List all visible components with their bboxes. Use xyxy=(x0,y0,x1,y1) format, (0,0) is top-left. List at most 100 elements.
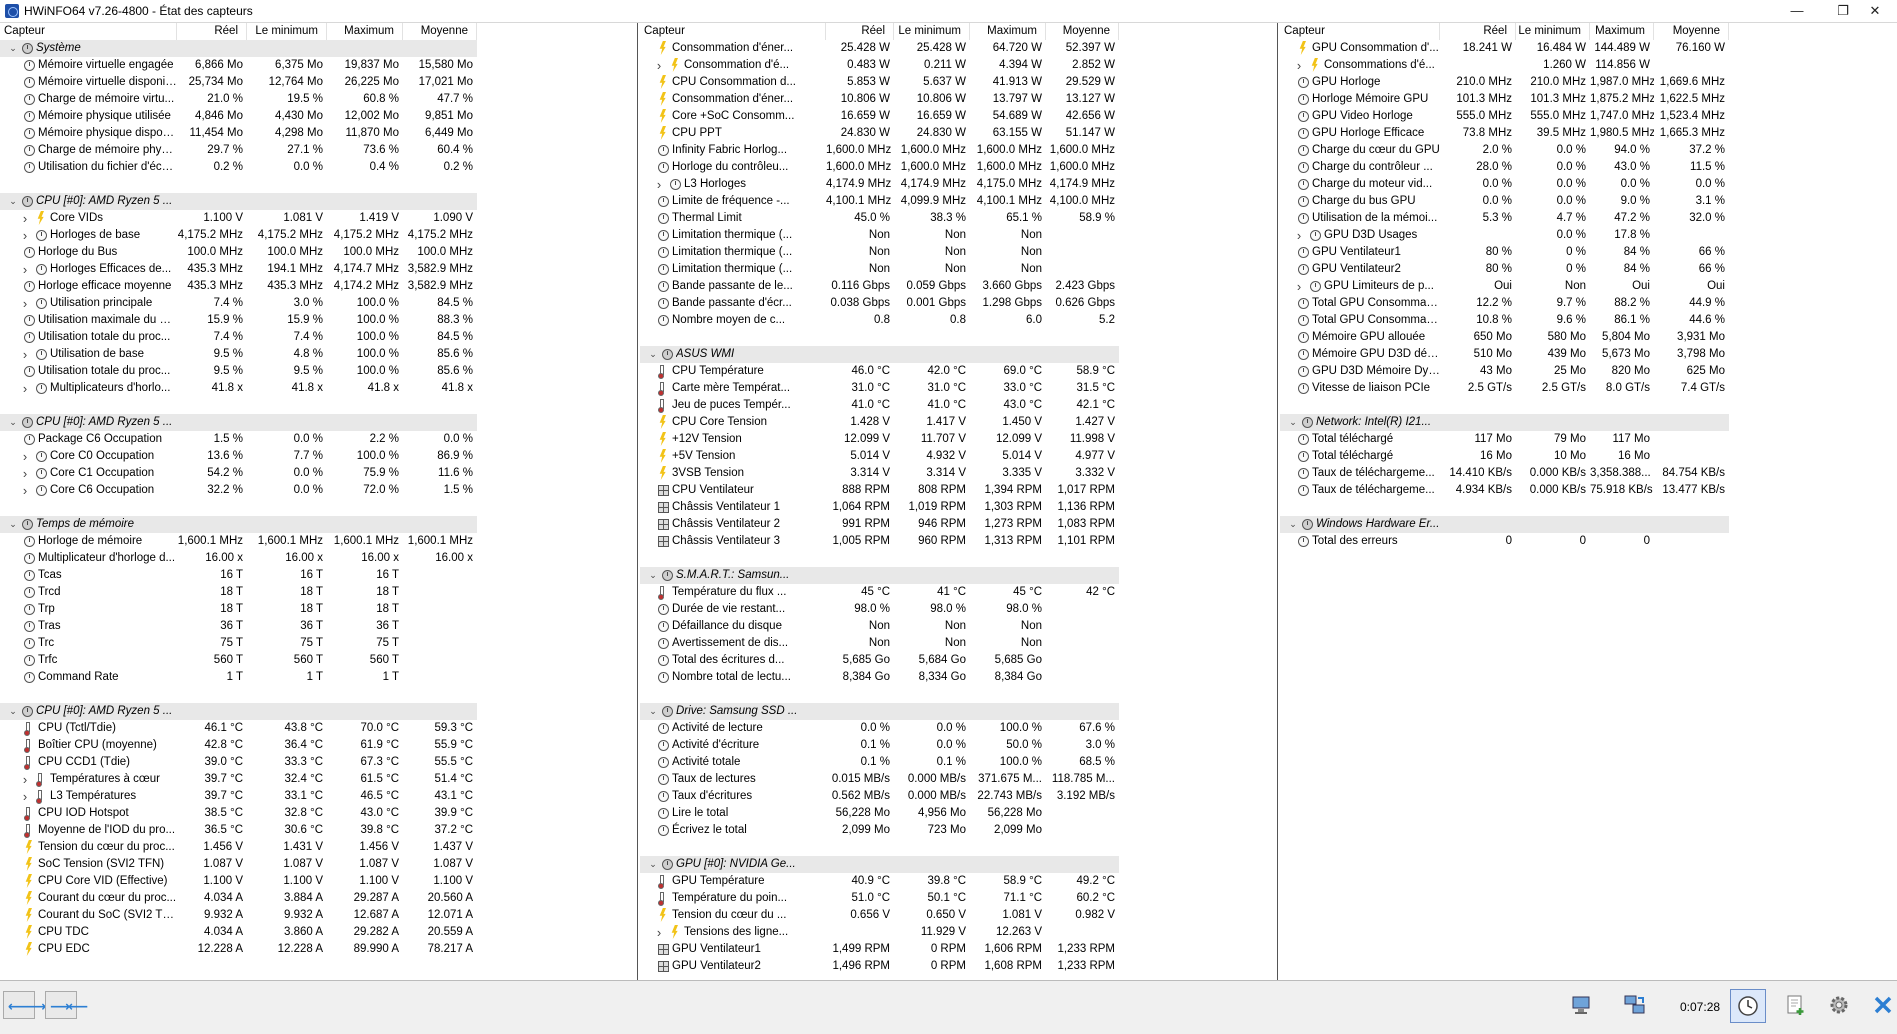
collapse-chevron-icon[interactable]: ⌄ xyxy=(648,567,658,584)
panel-divider[interactable] xyxy=(1277,23,1278,980)
minimize-button[interactable]: — xyxy=(1774,1,1820,21)
sensor-row[interactable]: Bande passante d'écr... 0.038 Gbps 0.001 G… xyxy=(640,295,1119,312)
sensor-row[interactable]: GPU Ventilateur1 1,499 RPM 0 RPM 1,606 RPM 1… xyxy=(640,941,1119,958)
sensor-row[interactable]: Mémoire GPU D3D déd... 510 Mo 439 Mo 5,673 … xyxy=(1280,346,1729,363)
sensor-row[interactable]: Multiplicateur d'horloge d... 16.00 x 16.0… xyxy=(0,550,477,567)
expand-chevron-icon[interactable]: › xyxy=(20,380,30,397)
sensor-row[interactable]: CPU Ventilateur 888 RPM 808 RPM 1,394 RPM 1,… xyxy=(640,482,1119,499)
collapse-chevron-icon[interactable]: ⌄ xyxy=(8,414,18,431)
sensor-group-header[interactable]: ⌄ S.M.A.R.T.: Samsun... xyxy=(640,567,1119,584)
sensor-row[interactable]: Activité d'écriture 0.1 % 0.0 % 50.0 % 3.0 % xyxy=(640,737,1119,754)
header-sensor[interactable]: Capteur xyxy=(1280,23,1440,40)
clock-button[interactable] xyxy=(1730,989,1766,1023)
sensor-row[interactable]: Carte mère Températ... 31.0 °C 31.0 °C 33.0… xyxy=(640,380,1119,397)
sensor-row[interactable]: Châssis Ventilateur 1 1,064 RPM 1,019 RPM 1… xyxy=(640,499,1119,516)
sensor-row[interactable]: › L3 Horloges 4,174.9 MHz 4,174.9 MHz 4,175.… xyxy=(640,176,1119,193)
sensor-row[interactable]: GPU Video Horloge 555.0 MHz 555.0 MHz 1,747… xyxy=(1280,108,1729,125)
header-average[interactable]: Moyenne xyxy=(1654,23,1729,40)
sensor-row[interactable]: +5V Tension 5.014 V 4.932 V 5.014 V 4.977 V xyxy=(640,448,1119,465)
sensor-row[interactable]: Vitesse de liaison PCIe 2.5 GT/s 2.5 GT/s 8… xyxy=(1280,380,1729,397)
sensor-row[interactable]: Limitation thermique (... Non Non Non xyxy=(640,261,1119,278)
sensor-row[interactable]: Nombre total de lectu... 8,384 Go 8,334 Go… xyxy=(640,669,1119,686)
sensor-row[interactable]: GPU Ventilateur2 1,496 RPM 0 RPM 1,608 RPM 1… xyxy=(640,958,1119,975)
panel-divider[interactable] xyxy=(637,23,638,980)
sensor-row[interactable]: Consommation d'éner... 10.806 W 10.806 W 13… xyxy=(640,91,1119,108)
sensor-row[interactable]: SoC Tension (SVI2 TFN) 1.087 V 1.087 V 1.08… xyxy=(0,856,477,873)
sensor-group-header[interactable]: ⌄ CPU [#0]: AMD Ryzen 5 ... xyxy=(0,193,477,210)
sensor-row[interactable]: GPU Horloge Efficace 73.8 MHz 39.5 MHz 1,98… xyxy=(1280,125,1729,142)
header-current[interactable]: Réel xyxy=(177,23,247,40)
sensor-row[interactable]: › Core VIDs 1.100 V 1.081 V 1.419 V 1.090 V xyxy=(0,210,477,227)
sensor-row[interactable]: Mémoire physique dispon... 11,454 Mo 4,298… xyxy=(0,125,477,142)
sensor-row[interactable]: Température du flux ... 45 °C 41 °C 45 °C 42… xyxy=(640,584,1119,601)
sensor-row[interactable]: Trcd 18 T 18 T 18 T xyxy=(0,584,477,601)
collapse-chevron-icon[interactable]: ⌄ xyxy=(648,856,658,873)
sensor-panel-1[interactable]: Capteur Réel Le minimum Maximum Moyenne ⌄ Syst… xyxy=(0,23,636,980)
sensor-row[interactable]: Core +SoC Consomm... 16.659 W 16.659 W 54.6… xyxy=(640,108,1119,125)
collapse-chevron-icon[interactable]: ⌄ xyxy=(648,703,658,720)
expand-chevron-icon[interactable]: › xyxy=(20,482,30,499)
network-monitor-button[interactable] xyxy=(1565,989,1601,1023)
sensor-row[interactable]: Boîtier CPU (moyenne) 42.8 °C 36.4 °C 61.9 … xyxy=(0,737,477,754)
sensor-row[interactable]: Durée de vie restant... 98.0 % 98.0 % 98.0 … xyxy=(640,601,1119,618)
sensor-row[interactable]: › GPU D3D Usages 0.0 % 17.8 % xyxy=(1280,227,1729,244)
header-average[interactable]: Moyenne xyxy=(403,23,477,40)
sensor-row[interactable]: Horloge du Bus 100.0 MHz 100.0 MHz 100.0 MH… xyxy=(0,244,477,261)
expand-chevron-icon[interactable]: › xyxy=(20,346,30,363)
sensor-row[interactable]: +12V Tension 12.099 V 11.707 V 12.099 V 11.9… xyxy=(640,431,1119,448)
sensor-row[interactable]: › Core C1 Occupation 54.2 % 0.0 % 75.9 % 11.6… xyxy=(0,465,477,482)
sensor-row[interactable]: Total GPU Consommati... 10.8 % 9.6 % 86.1 %… xyxy=(1280,312,1729,329)
sensor-row[interactable]: Limitation thermique (... Non Non Non xyxy=(640,227,1119,244)
sensor-panel-3[interactable]: Capteur Réel Le minimum Maximum Moyenne GPU C… xyxy=(1280,23,1897,980)
sensor-row[interactable]: Taux d'écritures 0.562 MB/s 0.000 MB/s 22.7… xyxy=(640,788,1119,805)
expand-chevron-icon[interactable]: › xyxy=(654,176,664,193)
sensor-row[interactable]: Température du poin... 51.0 °C 50.1 °C 71.1… xyxy=(640,890,1119,907)
close-window-button[interactable]: ✕ xyxy=(1852,1,1897,21)
collapse-chevron-icon[interactable]: ⌄ xyxy=(8,193,18,210)
sensor-row[interactable]: Lire le total 56,228 Mo 4,956 Mo 56,228 Mo xyxy=(640,805,1119,822)
header-min[interactable]: Le minimum xyxy=(1516,23,1590,40)
sensor-row[interactable]: Charge du bus GPU 0.0 % 0.0 % 9.0 % 3.1 % xyxy=(1280,193,1729,210)
sensor-row[interactable]: Mémoire GPU allouée 650 Mo 580 Mo 5,804 Mo 3… xyxy=(1280,329,1729,346)
sensor-row[interactable]: Total des écritures d... 5,685 Go 5,684 Go… xyxy=(640,652,1119,669)
sensor-row[interactable]: GPU Ventilateur2 80 % 0 % 84 % 66 % xyxy=(1280,261,1729,278)
sensor-group-header[interactable]: ⌄ Network: Intel(R) I21... xyxy=(1280,414,1729,431)
sensor-row[interactable]: › Utilisation de base 9.5 % 4.8 % 100.0 % 85.… xyxy=(0,346,477,363)
sensor-row[interactable]: Avertissement de dis... Non Non Non xyxy=(640,635,1119,652)
sensor-row[interactable]: Total GPU Consommati... 12.2 % 9.7 % 88.2 %… xyxy=(1280,295,1729,312)
sensor-row[interactable]: Limitation thermique (... Non Non Non xyxy=(640,244,1119,261)
sensor-row[interactable]: Écrivez le total 2,099 Mo 723 Mo 2,099 Mo xyxy=(640,822,1119,839)
header-max[interactable]: Maximum xyxy=(970,23,1046,40)
collapse-chevron-icon[interactable]: ⌄ xyxy=(1288,414,1298,431)
sensor-row[interactable]: Charge du moteur vid... 0.0 % 0.0 % 0.0 % 0.… xyxy=(1280,176,1729,193)
sensor-row[interactable]: Package C6 Occupation 1.5 % 0.0 % 2.2 % 0.0 … xyxy=(0,431,477,448)
sensor-row[interactable]: Charge de mémoire physi... 29.7 % 27.1 % 73… xyxy=(0,142,477,159)
expand-chevron-icon[interactable]: › xyxy=(20,295,30,312)
sensor-row[interactable]: › Horloges Efficaces de... 435.3 MHz 194.1 … xyxy=(0,261,477,278)
sensor-row[interactable]: CPU CCD1 (Tdie) 39.0 °C 33.3 °C 67.3 °C 55.5… xyxy=(0,754,477,771)
sensor-row[interactable]: GPU Consommation d'... 18.241 W 16.484 W 14… xyxy=(1280,40,1729,57)
expand-chevron-icon[interactable]: › xyxy=(20,448,30,465)
sensor-row[interactable]: Trc 75 T 75 T 75 T xyxy=(0,635,477,652)
sensor-row[interactable]: Châssis Ventilateur 2 991 RPM 946 RPM 1,273… xyxy=(640,516,1119,533)
sensor-row[interactable]: Mémoire virtuelle disponible 25,734 Mo 12,… xyxy=(0,74,477,91)
sensor-row[interactable]: Utilisation maximale du pr... 15.9 % 15.9 … xyxy=(0,312,477,329)
sensor-row[interactable]: Utilisation totale du proc... 7.4 % 7.4 % 1… xyxy=(0,329,477,346)
sensor-group-header[interactable]: ⌄ ASUS WMI xyxy=(640,346,1119,363)
expand-chevron-icon[interactable]: › xyxy=(654,57,664,74)
sensor-row[interactable]: Charge de mémoire virtu... 21.0 % 19.5 % 60… xyxy=(0,91,477,108)
sensor-row[interactable]: Utilisation totale du proc... 9.5 % 9.5 % 1… xyxy=(0,363,477,380)
sensor-row[interactable]: Thermal Limit 45.0 % 38.3 % 65.1 % 58.9 % xyxy=(640,210,1119,227)
sensor-row[interactable]: Horloge Mémoire GPU 101.3 MHz 101.3 MHz 1,8… xyxy=(1280,91,1729,108)
sensor-row[interactable]: Limite de fréquence -... 4,100.1 MHz 4,099… xyxy=(640,193,1119,210)
header-max[interactable]: Maximum xyxy=(327,23,403,40)
close-sensors-button[interactable] xyxy=(1866,989,1897,1023)
sensor-row[interactable]: GPU D3D Mémoire Dyn... 43 Mo 25 Mo 820 Mo 62… xyxy=(1280,363,1729,380)
expand-chevron-icon[interactable]: › xyxy=(1294,57,1304,74)
add-report-button[interactable] xyxy=(1778,989,1814,1023)
sensor-row[interactable]: Utilisation du fichier d'éch... 0.2 % 0.0 … xyxy=(0,159,477,176)
sensor-row[interactable]: CPU (Tctl/Tdie) 46.1 °C 43.8 °C 70.0 °C 59.3… xyxy=(0,720,477,737)
sensor-row[interactable]: Charge du contrôleur ... 28.0 % 0.0 % 43.0 … xyxy=(1280,159,1729,176)
sensor-row[interactable]: Total téléchargé 16 Mo 10 Mo 16 Mo xyxy=(1280,448,1729,465)
header-current[interactable]: Réel xyxy=(826,23,894,40)
